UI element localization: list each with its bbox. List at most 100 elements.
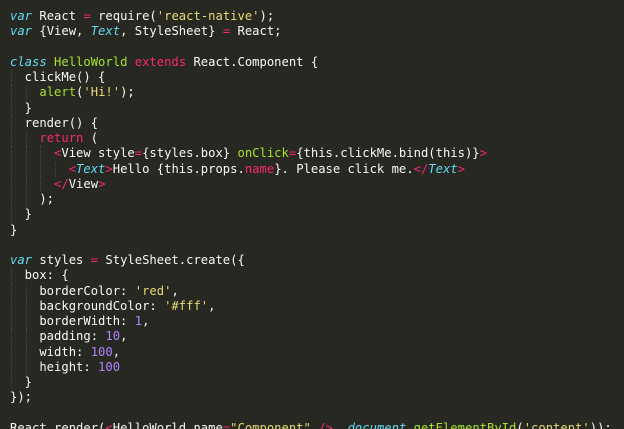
code-token: > — [105, 161, 113, 176]
code-token: </ — [54, 176, 69, 191]
code-token: render() { — [10, 115, 99, 130]
code-token: StyleSheet.create({ — [98, 253, 245, 267]
code-line[interactable] — [10, 40, 624, 55]
code-token: {View, — [32, 24, 91, 39]
code-line[interactable] — [10, 406, 624, 421]
code-token: , — [332, 420, 348, 429]
indent-guide — [11, 207, 12, 223]
code-token: ( — [83, 131, 99, 145]
indent-guide — [11, 268, 12, 284]
code-line[interactable]: padding: 10, — [10, 329, 624, 345]
code-line[interactable]: <Text>Hello {this.props.name}. Please cl… — [10, 161, 624, 177]
code-line[interactable]: borderWidth: 1, — [10, 314, 624, 330]
code-token: document — [347, 420, 407, 429]
code-line[interactable]: } — [10, 223, 624, 238]
indent-guide — [25, 131, 27, 147]
code-line[interactable]: return ( — [10, 131, 624, 147]
code-line[interactable]: width: 100, — [10, 344, 624, 360]
code-line[interactable]: var React = require('react-native'); — [10, 9, 624, 24]
code-token: onClick — [237, 146, 289, 161]
code-token: HelloWorld — [54, 54, 128, 69]
code-token: > — [98, 176, 106, 191]
code-token: /> — [318, 420, 333, 429]
code-token: Hello {this.props. — [112, 161, 245, 176]
code-line[interactable]: React.render(<HelloWorld name="Component… — [10, 421, 624, 429]
indent-guide — [55, 161, 57, 177]
code-token: < — [105, 420, 113, 429]
code-line[interactable]: } — [10, 207, 624, 223]
indent-guide — [40, 176, 42, 192]
indent-guide — [11, 115, 12, 131]
code-token: var — [10, 9, 33, 23]
code-token: box: { — [10, 268, 69, 283]
indent-guide — [11, 314, 12, 330]
indent-guide — [40, 161, 42, 177]
code-token: > — [479, 146, 487, 161]
code-token: View style — [61, 146, 135, 161]
indent-guide — [11, 298, 12, 314]
code-token: getElementById — [413, 420, 517, 429]
code-token: padding: — [10, 329, 106, 344]
code-token: ); — [259, 9, 275, 23]
indent-guide — [11, 176, 12, 192]
code-token: 100 — [90, 344, 113, 359]
code-token: > — [457, 161, 465, 176]
code-token: 10 — [105, 329, 121, 344]
code-token: Text — [76, 161, 106, 176]
code-line[interactable]: } — [10, 100, 624, 116]
code-editor[interactable]: var React = require('react-native'); var … — [0, 0, 624, 429]
code-token: </ — [413, 161, 429, 176]
code-token: extends — [134, 54, 187, 69]
code-token: HelloWorld name — [112, 420, 223, 429]
code-line[interactable]: </View> — [10, 176, 624, 192]
code-line[interactable]: clickMe() { — [10, 70, 624, 86]
code-token: View — [68, 176, 99, 191]
code-token: } — [10, 375, 33, 389]
code-token: , — [208, 298, 216, 313]
code-line[interactable] — [10, 238, 624, 253]
code-token: "Component" — [230, 420, 311, 429]
code-line[interactable]: } — [10, 375, 624, 391]
indent-guide — [11, 329, 12, 345]
code-line[interactable]: box: { — [10, 268, 624, 284]
code-token: borderWidth: — [10, 314, 135, 328]
code-line[interactable]: class HelloWorld extends React.Component… — [10, 55, 624, 70]
code-line[interactable]: var styles = StyleSheet.create({ — [10, 253, 624, 268]
code-line[interactable]: height: 100 — [10, 359, 624, 375]
code-token: = — [134, 146, 143, 161]
code-token: 'red' — [134, 283, 172, 298]
code-token: 'content' — [523, 420, 590, 429]
code-token: = — [83, 9, 91, 23]
code-token: . — [406, 420, 414, 429]
code-token: styles — [32, 253, 91, 267]
code-line[interactable]: }); — [10, 390, 624, 405]
code-line[interactable]: var {View, Text, StyleSheet} = React; — [10, 24, 624, 39]
code-token: ( — [516, 420, 524, 429]
indent-guide — [11, 161, 12, 177]
code-token: return — [39, 131, 84, 145]
code-line[interactable]: <View style={styles.box} onClick={this.c… — [10, 146, 624, 162]
indent-guide — [25, 329, 27, 345]
code-line[interactable]: alert('Hi!'); — [10, 85, 624, 101]
code-token: 100 — [98, 359, 121, 374]
indent-guide — [25, 298, 27, 314]
code-line[interactable]: borderColor: 'red', — [10, 283, 624, 299]
indent-guide — [11, 131, 12, 147]
code-token: } — [10, 100, 33, 115]
code-token: 'Hi!' — [83, 85, 121, 100]
code-token: Text — [90, 24, 121, 39]
code-token: React.render( — [10, 420, 106, 429]
code-token: var — [10, 253, 33, 267]
code-line[interactable]: backgroundColor: '#fff', — [10, 298, 624, 314]
code-line[interactable]: render() { — [10, 115, 624, 131]
code-line[interactable]: ); — [10, 192, 624, 208]
code-token: ); — [120, 85, 135, 100]
code-token: height: — [10, 359, 99, 374]
code-token: require( — [90, 9, 157, 23]
indent-guide — [11, 344, 12, 360]
